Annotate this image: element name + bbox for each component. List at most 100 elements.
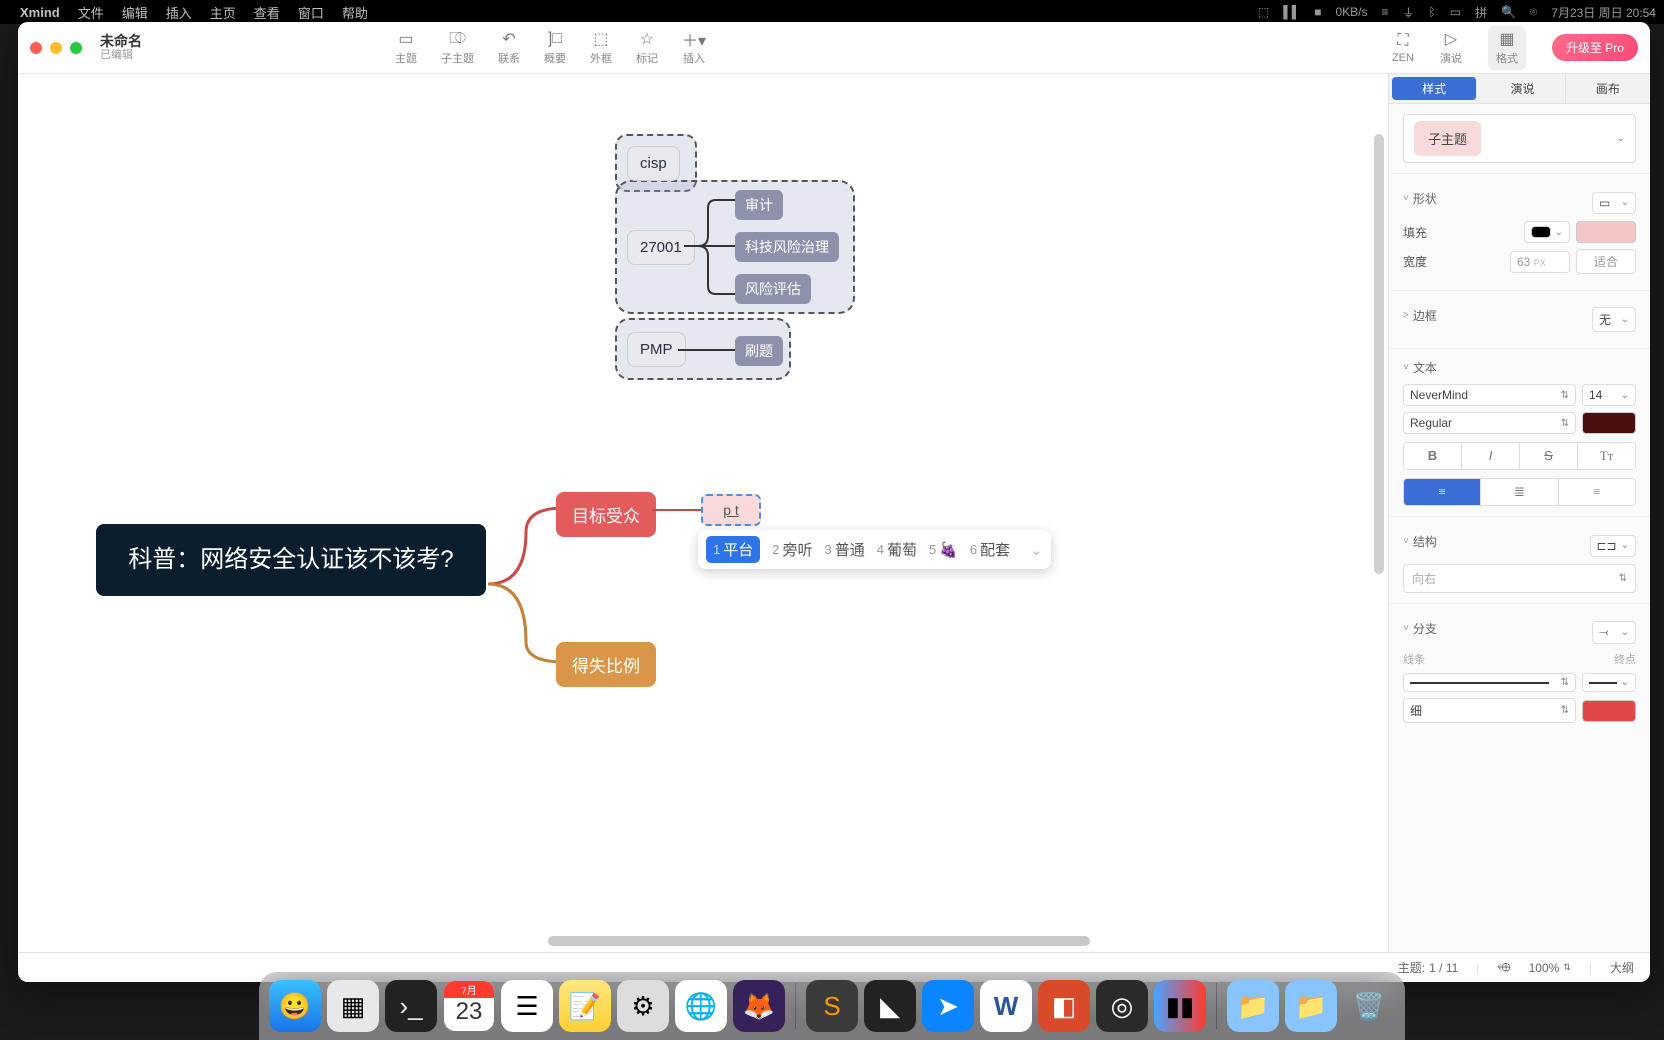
map-overview-icon[interactable]: ⬲ — [1497, 960, 1510, 975]
topic-button[interactable]: ▭主题 — [395, 30, 417, 66]
dock-notes[interactable]: 📝 — [559, 980, 611, 1032]
node-tech-risk[interactable]: 科技风险治理 — [735, 232, 839, 262]
tab-style[interactable]: 样式 — [1392, 77, 1477, 100]
presentation-button[interactable]: ▷演说 — [1440, 30, 1462, 66]
dock-reminders[interactable]: ☰ — [501, 980, 553, 1032]
node-editing[interactable]: p t — [701, 494, 761, 526]
close-button[interactable] — [30, 42, 42, 54]
strike-button[interactable]: S — [1520, 443, 1578, 469]
battery-icon[interactable]: ▭ — [1450, 5, 1461, 19]
dock-word[interactable]: W — [980, 980, 1032, 1032]
section-structure[interactable]: 结构 — [1403, 533, 1437, 550]
ime-option-3[interactable]: 3普通 — [825, 539, 865, 560]
node-risk-assess[interactable]: 风险评估 — [735, 274, 811, 304]
width-input[interactable]: 63 PX — [1510, 251, 1570, 273]
input-icon[interactable]: 拼 — [1475, 4, 1487, 21]
chevron-down-icon[interactable]: ⌄ — [1030, 541, 1043, 559]
node-target-audience[interactable]: 目标受众 — [556, 492, 656, 537]
ime-option-5[interactable]: 5🍇 — [929, 541, 958, 559]
control-center-icon[interactable]: ⌾ — [1530, 5, 1537, 20]
dock-trash[interactable]: 🗑️ — [1343, 980, 1395, 1032]
italic-button[interactable]: I — [1462, 443, 1520, 469]
bluetooth-icon[interactable]: ᛒ — [1429, 5, 1436, 19]
section-branch[interactable]: 分支 — [1403, 620, 1437, 637]
node-27001[interactable]: 27001 — [627, 230, 695, 265]
format-button[interactable]: ▦格式 — [1488, 26, 1526, 70]
dock-settings[interactable]: ⚙ — [617, 980, 669, 1032]
dock-finder[interactable]: 😀 — [269, 980, 321, 1032]
align-right-button[interactable]: ≡ — [1559, 479, 1635, 505]
menu-view[interactable]: 查看 — [254, 3, 280, 22]
node-pmp[interactable]: PMP — [627, 332, 686, 367]
width-fit-button[interactable]: 适合 — [1576, 249, 1636, 274]
marker-button[interactable]: ☆标记 — [636, 30, 658, 66]
menu-help[interactable]: 帮助 — [342, 3, 368, 22]
central-topic[interactable]: 科普：网络安全认证该不该考? — [96, 524, 486, 596]
align-left-button[interactable]: ≡ — [1404, 479, 1481, 505]
line-style-select[interactable]: ⇅ — [1403, 673, 1576, 692]
summary-button[interactable]: ]□概要 — [544, 30, 566, 66]
menu-insert[interactable]: 插入 — [166, 3, 192, 22]
structure-direction-select[interactable]: 向右⇅ — [1403, 564, 1636, 593]
node-shuati[interactable]: 刷题 — [735, 336, 783, 366]
dock-chrome[interactable]: 🌐 — [675, 980, 727, 1032]
topic-counter[interactable]: 主题: 1 / 11 — [1398, 959, 1458, 976]
dock-launchpad[interactable]: ▦ — [327, 980, 379, 1032]
font-size-select[interactable]: 14⌄ — [1582, 384, 1636, 406]
node-cisp[interactable]: cisp — [627, 146, 680, 181]
font-family-select[interactable]: NeverMind⇅ — [1403, 384, 1576, 406]
fill-color-swatch[interactable] — [1576, 221, 1636, 243]
menu-window[interactable]: 窗口 — [298, 3, 324, 22]
zen-button[interactable]: ⛶ZEN — [1392, 32, 1414, 64]
bold-button[interactable]: B — [1404, 443, 1462, 469]
dock-firefox[interactable]: 🦊 — [733, 980, 785, 1032]
ime-option-1[interactable]: 1平台 — [706, 536, 760, 563]
dock-folder2[interactable]: 📁 — [1285, 980, 1337, 1032]
dock-terminal[interactable]: ›_ — [385, 980, 437, 1032]
menu-file[interactable]: 文件 — [78, 3, 104, 22]
relation-button[interactable]: ↶联系 — [498, 30, 520, 66]
vertical-scrollbar[interactable] — [1374, 134, 1384, 892]
minimize-button[interactable] — [50, 42, 62, 54]
structure-select[interactable]: ⊏⊐⌄ — [1590, 535, 1637, 557]
section-shape[interactable]: 形状 — [1403, 190, 1437, 207]
node-gain-loss[interactable]: 得失比例 — [556, 642, 656, 687]
maximize-button[interactable] — [70, 42, 82, 54]
ime-candidate-popup[interactable]: 1平台 2旁听 3普通 4葡萄 5🍇 6配套 ⌄ — [698, 530, 1051, 569]
topic-type-select[interactable]: 子主题 ⌄ — [1403, 114, 1636, 163]
section-border[interactable]: 边框 — [1403, 307, 1437, 324]
branch-color-swatch[interactable] — [1582, 700, 1636, 722]
status-datetime[interactable]: 7月23日 周日 20:54 — [1551, 4, 1656, 21]
dock-sublime[interactable]: S — [806, 980, 858, 1032]
zoom-control[interactable]: 100% ⇅ — [1529, 961, 1571, 975]
dock-app3[interactable]: ◧ — [1038, 980, 1090, 1032]
wifi-icon[interactable]: ⏚ — [1403, 4, 1415, 21]
horizontal-scrollbar[interactable] — [58, 936, 1348, 946]
tab-canvas[interactable]: 画布 — [1566, 74, 1650, 103]
ime-option-6[interactable]: 6配套 — [970, 539, 1010, 560]
menubar-app-name[interactable]: Xmind — [20, 5, 60, 20]
fill-opacity-select[interactable]: ⌄ — [1524, 221, 1570, 243]
line-width-select[interactable]: 细⇅ — [1403, 698, 1576, 723]
menu-edit[interactable]: 编辑 — [122, 3, 148, 22]
dock-app2[interactable]: ➤ — [922, 980, 974, 1032]
dock-app4[interactable]: ▮▮ — [1154, 980, 1206, 1032]
ime-option-4[interactable]: 4葡萄 — [877, 539, 917, 560]
dock-folder1[interactable]: 📁 — [1227, 980, 1279, 1032]
border-select[interactable]: 无⌄ — [1592, 307, 1636, 332]
shape-select[interactable]: ▭⌄ — [1592, 192, 1636, 214]
insert-button[interactable]: ＋▾插入 — [682, 30, 706, 66]
node-audit[interactable]: 审计 — [735, 190, 783, 220]
section-text[interactable]: 文本 — [1403, 359, 1636, 376]
ime-option-2[interactable]: 2旁听 — [772, 539, 812, 560]
dock-calendar[interactable]: 7月23 — [443, 980, 495, 1032]
text-color-swatch[interactable] — [1582, 412, 1636, 434]
font-weight-select[interactable]: Regular⇅ — [1403, 412, 1576, 434]
boundary-button[interactable]: ⬚外框 — [590, 30, 612, 66]
branch-style-select[interactable]: ⤙⌄ — [1592, 621, 1636, 644]
text-case-button[interactable]: Tᴛ — [1578, 443, 1635, 469]
subtopic-button[interactable]: ⎄子主题 — [441, 30, 474, 66]
search-icon[interactable]: 🔍 — [1501, 5, 1516, 19]
mindmap-canvas[interactable]: cisp 27001 审计 科技风险治理 风险评估 PMP 刷题 科普：网络安全… — [18, 74, 1388, 952]
upgrade-pro-button[interactable]: 升级至 Pro — [1552, 34, 1638, 61]
